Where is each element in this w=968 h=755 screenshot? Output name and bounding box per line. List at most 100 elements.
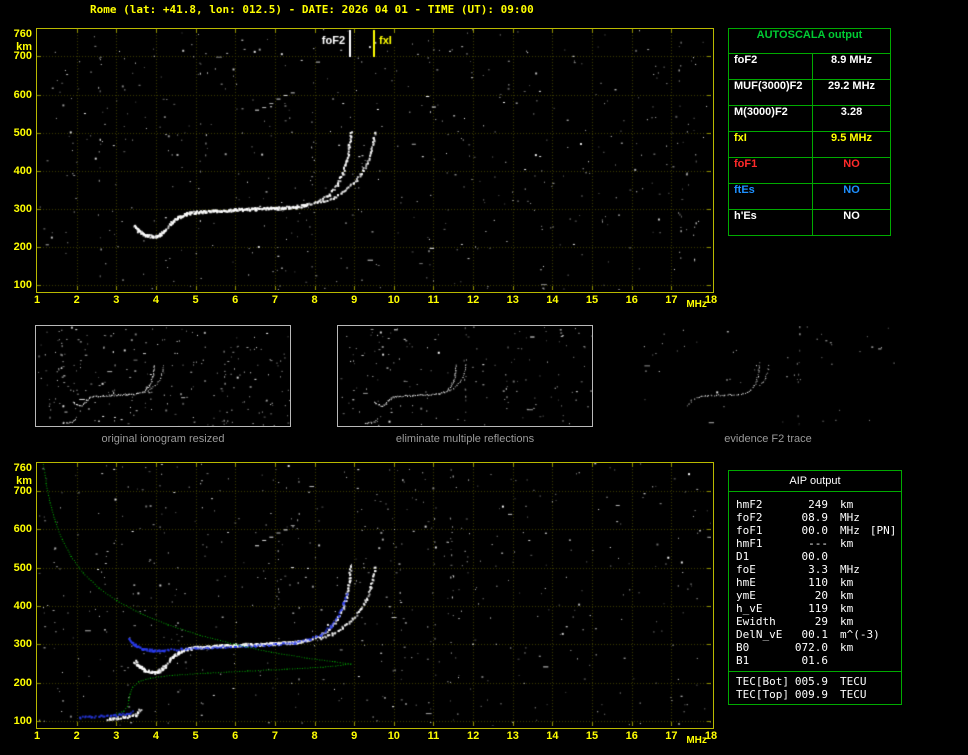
aip-row-unit: km: [840, 498, 854, 511]
aip-row: B1 01.6: [736, 654, 897, 667]
autoscala-row-value: 29.2 MHz: [827, 80, 876, 92]
autoscala-row: h'Es NO: [729, 210, 890, 235]
aip-row-name: hmE: [736, 576, 756, 589]
x-tick-label: 12: [466, 294, 480, 306]
autoscala-table-rows: foF2 8.9 MHz MUF(3000)F2 29.2 MHz M(3000)F2 3…: [729, 54, 890, 235]
x-tick-label: 17: [665, 730, 678, 742]
aip-row: foF1 00.0 MHz [PN]: [736, 524, 897, 537]
thumbnail-eliminate-reflections-canvas: [338, 326, 592, 426]
thumbnail-caption-eliminate: eliminate multiple reflections: [395, 433, 535, 445]
autoscala-row-label: ftEs: [729, 184, 813, 209]
thumbnail-caption-evidence: evidence F2 trace: [724, 433, 812, 445]
x-tick-label: 10: [387, 294, 400, 306]
x-tick-label: 13: [506, 730, 519, 742]
y-axis-unit: km: [16, 474, 32, 487]
y-tick-label: 100: [13, 715, 32, 728]
aip-row: TEC[Bot] 005.9 TECU: [736, 675, 897, 688]
aip-row-unit: km: [840, 537, 854, 550]
autoscala-row-value: NO: [843, 184, 860, 196]
aip-row-value: 072.0: [794, 641, 828, 654]
thumbnail-evidence-f2-trace: [640, 325, 896, 427]
autoscala-row-label: foF2: [729, 54, 813, 79]
x-tick-label: 13: [506, 294, 519, 306]
aip-row: D1 00.0: [736, 550, 897, 563]
y-tick-label: 200: [13, 241, 32, 254]
y-tick-label: 300: [13, 203, 32, 216]
aip-row-name: DelN_vE: [736, 628, 783, 641]
aip-row: TEC[Top] 009.9 TECU: [736, 688, 897, 701]
x-tick-label: 7: [271, 294, 278, 306]
aip-row-value: 08.9: [801, 511, 829, 524]
aip-row-value: 00.1: [801, 628, 829, 641]
aip-row-note: [PN]: [869, 524, 897, 537]
x-tick-label: 8: [311, 294, 318, 306]
thumbnail-original-ionogram: [35, 325, 291, 427]
aip-row-value: 249: [808, 498, 828, 511]
autoscala-row-value: 3.28: [840, 106, 863, 118]
aip-row-name: B1: [736, 654, 750, 667]
aip-row: h_vE 119 km: [736, 602, 897, 615]
autoscala-row-label: fxI: [729, 132, 813, 157]
autoscala-row-label: MUF(3000)F2: [729, 80, 813, 105]
y-tick-label: 500: [13, 561, 32, 574]
autoscala-row: MUF(3000)F2 29.2 MHz: [729, 80, 890, 106]
autoscala-table-title: AUTOSCALA output: [729, 29, 890, 54]
aip-row-unit: km: [840, 615, 854, 628]
aip-row-name: hmF1: [736, 537, 763, 550]
autoscala-row: foF1 NO: [729, 158, 890, 184]
aip-row-unit: km: [840, 641, 854, 654]
aip-row-unit: km: [840, 602, 854, 615]
main-ionogram-canvas: [37, 29, 711, 290]
thumbnail-eliminate-reflections: [337, 325, 593, 427]
x-tick-label: 11: [427, 294, 440, 306]
profile-ionogram-plot: [36, 462, 714, 729]
x-tick-label: 12: [466, 730, 480, 742]
aip-row-value: 3.3: [808, 563, 828, 576]
aip-row-value: 00.0: [801, 550, 829, 563]
x-tick-label: 2: [73, 730, 80, 742]
aip-row-value: 01.6: [801, 654, 829, 667]
aip-row-value: 110: [808, 576, 828, 589]
main-ionogram-plot: [36, 28, 714, 293]
aip-table-rows: hmF2 249 km foF2 08.9 MHz foF1 00.0 MHz [PN] hmF1 -…: [729, 492, 901, 671]
x-tick-label: 16: [625, 730, 638, 742]
aip-row-name: Ewidth: [736, 615, 776, 628]
x-tick-label: 3: [113, 730, 120, 742]
autoscala-output-table: AUTOSCALA output foF2 8.9 MHz MUF(3000)F2 2…: [728, 28, 891, 236]
aip-row-value: 20: [814, 589, 828, 602]
autoscala-row: fxI 9.5 MHz: [729, 132, 890, 158]
aip-row-unit: km: [840, 576, 854, 589]
x-tick-label: 7: [271, 730, 278, 742]
aip-row-name: h_vE: [736, 602, 763, 615]
profile-ionogram-canvas: [37, 463, 711, 726]
x-tick-label: 11: [427, 730, 440, 742]
aip-row-unit: MHz: [840, 511, 860, 524]
x-tick-label: 16: [625, 294, 638, 306]
autoscala-row: M(3000)F2 3.28: [729, 106, 890, 132]
x-tick-label: 4: [152, 730, 159, 742]
y-tick-label: 760: [13, 461, 32, 474]
x-tick-label: 5: [192, 294, 199, 306]
x-tick-label: 10: [387, 730, 400, 742]
aip-row-value: 29: [814, 615, 828, 628]
aip-row-name: hmF2: [736, 498, 763, 511]
aip-row-name: D1: [736, 550, 750, 563]
aip-row-value: ---: [808, 537, 828, 550]
aip-row-name: foF2: [736, 511, 763, 524]
aip-row: hmF2 249 km: [736, 498, 897, 511]
aip-row-unit: TECU: [840, 688, 867, 701]
x-tick-label: 15: [585, 730, 599, 742]
x-tick-label: 6: [232, 294, 239, 306]
autoscala-row-label: h'Es: [729, 210, 813, 235]
aip-table-title: AIP output: [729, 471, 901, 492]
aip-row-name: TEC[Bot]: [736, 675, 789, 688]
autoscala-row-value: 9.5 MHz: [831, 132, 872, 144]
aip-row-name: ymE: [736, 589, 756, 602]
aip-row-unit: MHz: [840, 524, 860, 537]
x-tick-label: 15: [585, 294, 599, 306]
aip-row-unit: TECU: [840, 675, 867, 688]
y-tick-label: 200: [13, 676, 32, 689]
y-tick-label: 600: [13, 88, 32, 101]
x-tick-label: 8: [311, 730, 318, 742]
aip-output-table: AIP output hmF2 249 km foF2 08.9 MHz foF1 00.0 M…: [728, 470, 902, 705]
